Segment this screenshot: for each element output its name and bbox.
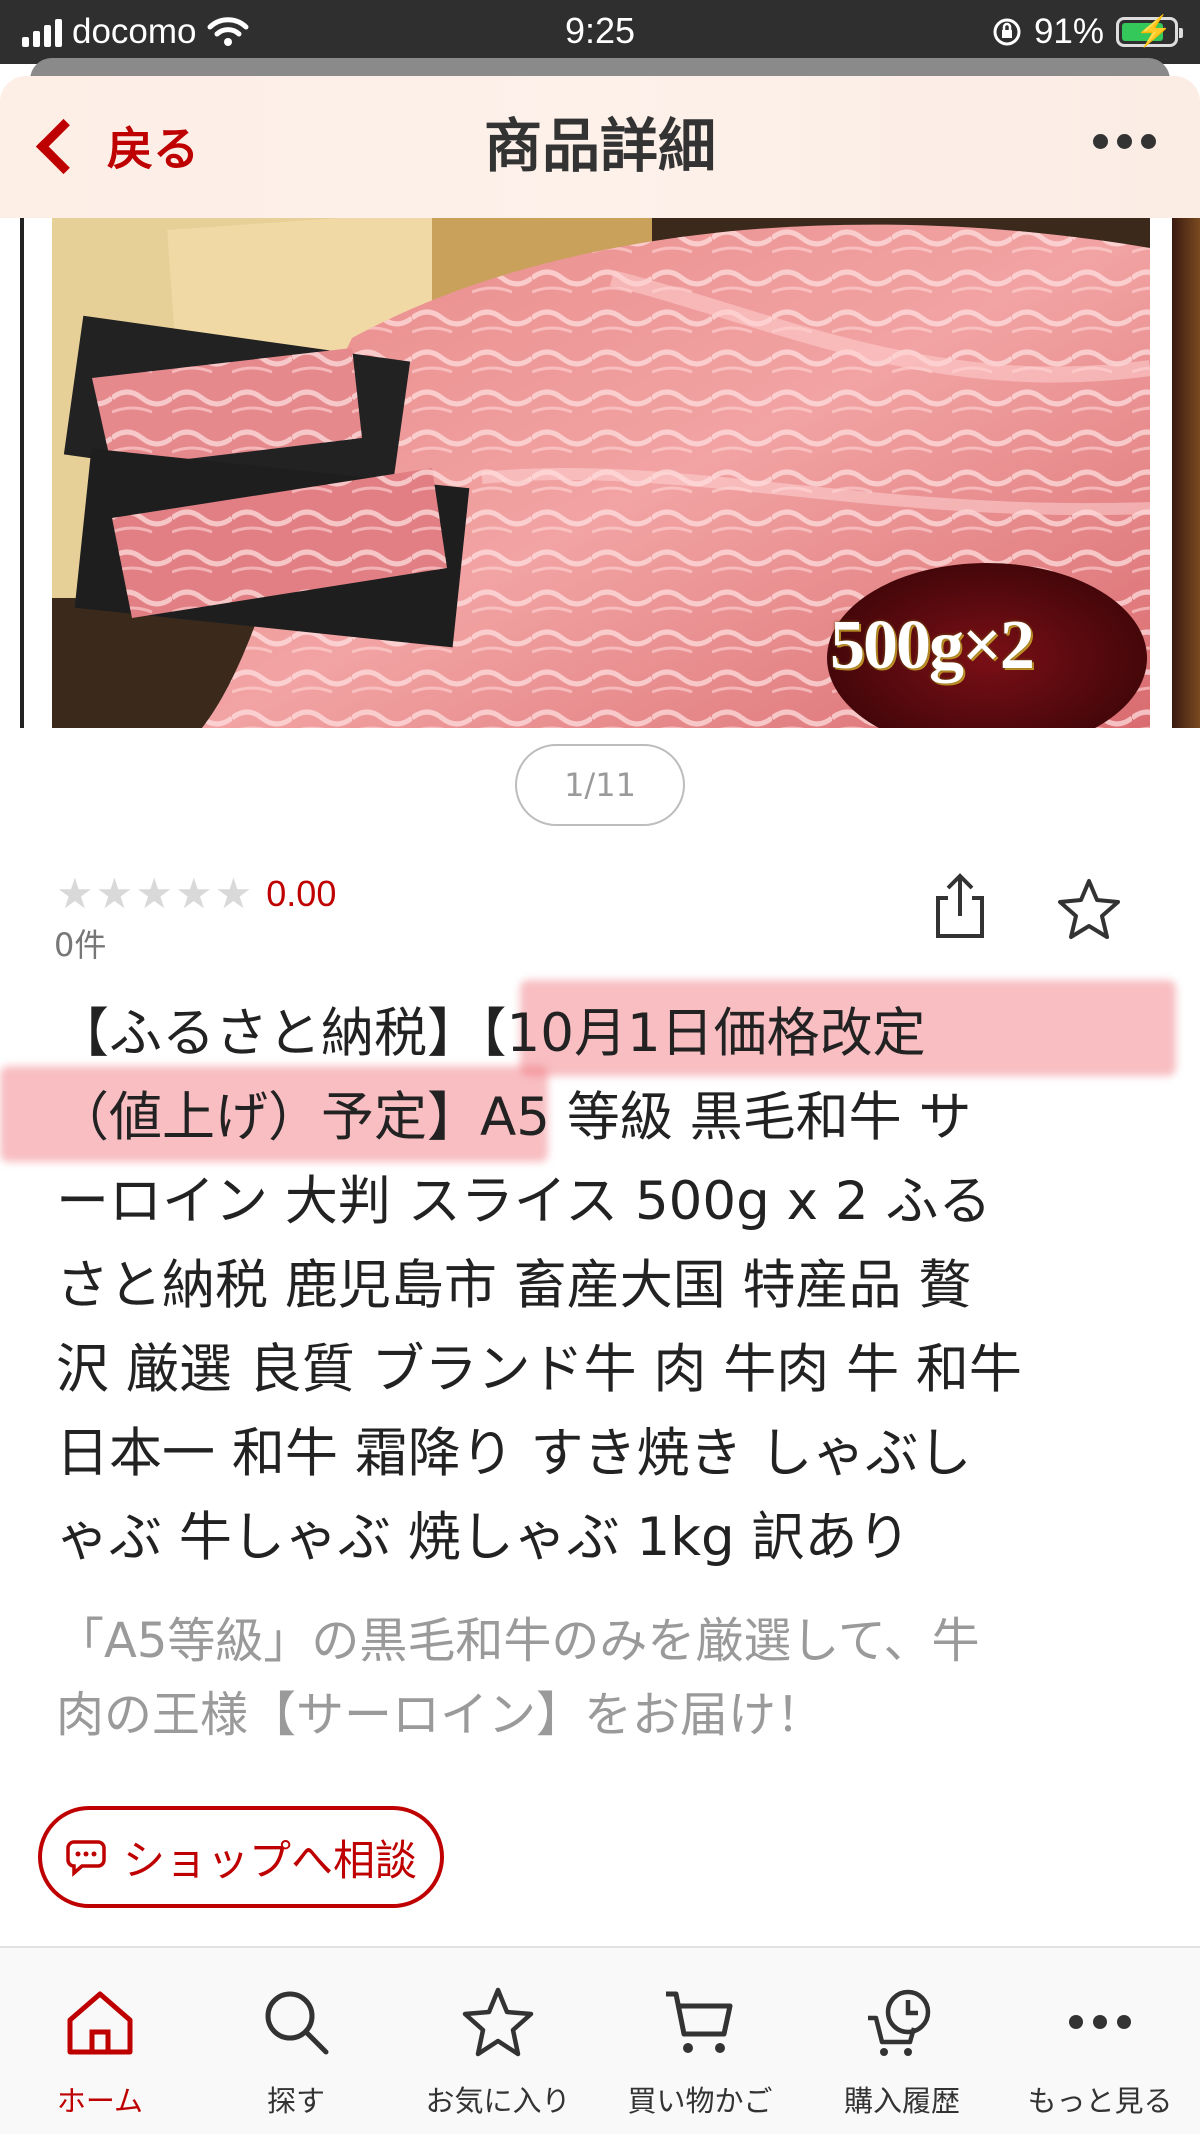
status-bar: docomo 9:25 91% ⚡ (0, 0, 1200, 64)
nav-cart[interactable]: 買い物かご (600, 1948, 800, 2136)
home-icon (67, 1991, 133, 2055)
product-title: 【ふるさと納税】【10月1日価格改定 （値上げ）予定】A5 等級 黒毛和牛 サ … (56, 992, 1146, 1580)
rating-value: 0.00 (266, 873, 337, 914)
rating-row: ★ ★ ★ ★ ★ 0.00 (56, 864, 336, 924)
cart-icon (666, 1991, 733, 2053)
nav-label: もっと見る (1027, 2084, 1173, 2118)
title-line: ゃぶ 牛しゃぶ 焼しゃぶ 1kg 訳あり (56, 1507, 911, 1568)
nav-history[interactable]: 購入履歴 (802, 1948, 1002, 2136)
share-button[interactable] (930, 872, 990, 940)
star-icon: ★ (174, 869, 213, 918)
status-right: 91% ⚡ (992, 10, 1183, 54)
nav-label: ホーム (56, 2084, 144, 2118)
search-icon (265, 1991, 329, 2055)
star-icon: ★ (56, 869, 94, 918)
history-cart-icon (868, 1989, 931, 2056)
shop-consult-label: ショップへ相談 (122, 1835, 417, 1885)
catch-copy: 「A5等級」の黒毛和牛のみを厳選して、牛 肉の王様【サーロイン】をお届け！ (56, 1604, 1116, 1752)
title-line: （値上げ）予定】A5 等級 黒毛和牛 サ (56, 1087, 972, 1148)
star-icon: ★ (95, 869, 134, 918)
bottom-nav: ホーム 探す お気に入り 買い物かご 購入履歴 もっと見る (0, 1946, 1200, 2134)
image-badge: 500g×2 (830, 607, 1035, 684)
battery-percent: 91% (1033, 12, 1104, 51)
more-button[interactable] (1093, 134, 1156, 149)
star-icon (462, 1987, 534, 2057)
rating-stars: ★ ★ ★ ★ ★ (56, 871, 252, 917)
favorite-button[interactable] (1056, 876, 1122, 942)
previous-image-peek[interactable] (0, 218, 24, 728)
catch-copy-line: 「A5等級」の黒毛和牛のみを厳選して、牛 (56, 1613, 980, 1669)
nav-label: お気に入り (425, 2084, 571, 2118)
chat-icon (66, 1840, 106, 1877)
nav-header: 戻る 商品詳細 (0, 76, 1200, 218)
review-count[interactable]: 0件 (54, 920, 106, 966)
nav-home[interactable]: ホーム (0, 1948, 200, 2136)
nav-label: 買い物かご (627, 2084, 773, 2118)
shop-consult-button[interactable]: ショップへ相談 (38, 1806, 444, 1908)
title-line: 【ふるさと納税】【10月1日価格改定 (56, 1003, 926, 1064)
star-icon: ★ (214, 869, 253, 918)
product-image[interactable]: 500g×2 (52, 218, 1150, 728)
nav-search[interactable]: 探す (196, 1948, 396, 2136)
battery-icon: ⚡ (1116, 15, 1183, 48)
page-title: 商品詳細 (483, 112, 716, 180)
nav-label: 購入履歴 (843, 2084, 960, 2118)
catch-copy-line: 肉の王様【サーロイン】をお届け！ (56, 1687, 825, 1743)
page-indicator: 1/11 (515, 744, 685, 826)
rotation-lock-icon (993, 18, 1021, 46)
star-icon: ★ (135, 869, 173, 918)
nav-more[interactable]: もっと見る (1000, 1948, 1200, 2136)
more-horizontal-icon (1093, 134, 1108, 149)
title-line: さと納税 鹿児島市 畜産大国 特産品 贅 (56, 1255, 972, 1316)
share-icon (936, 873, 984, 938)
next-image-peek[interactable] (1172, 218, 1200, 728)
title-line: ーロイン 大判 スライス 500g x 2 ふる (56, 1171, 992, 1232)
nav-favorites[interactable]: お気に入り (398, 1948, 598, 2136)
nav-label: 探す (266, 2084, 325, 2118)
star-outline-icon (1058, 879, 1120, 939)
title-line: 日本一 和牛 霜降り すき焼き しゃぶし (56, 1423, 972, 1484)
more-horizontal-icon (1069, 2015, 1131, 2029)
image-carousel[interactable]: 500g×2 (0, 218, 1200, 728)
title-line: 沢 厳選 良質 ブランド牛 肉 牛肉 牛 和牛 (56, 1339, 1022, 1400)
